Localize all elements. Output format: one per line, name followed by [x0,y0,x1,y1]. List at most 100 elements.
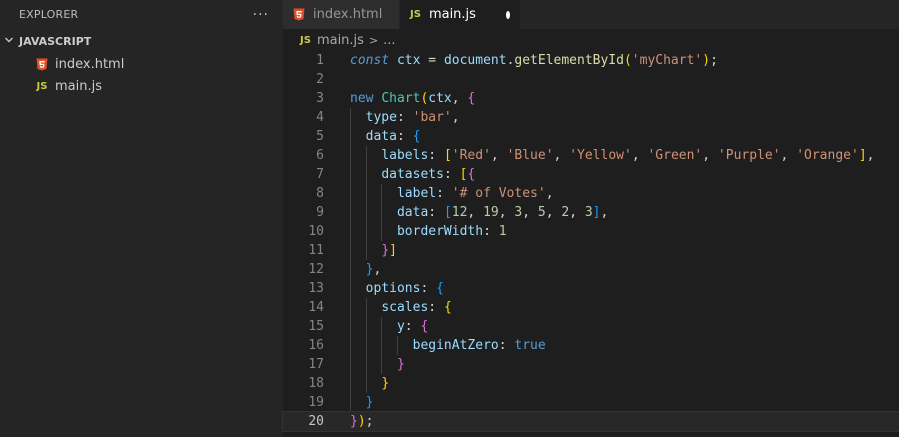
code-line[interactable]: 12 }, [283,260,899,279]
line-number: 14 [308,300,324,315]
line-number: 8 [316,186,324,201]
line-number: 19 [308,395,324,410]
indent-guide [350,260,351,279]
indent-guide [396,336,398,355]
code-line[interactable]: 5 data: { [283,127,899,146]
line-number: 17 [308,357,324,372]
indent-guide [350,393,351,412]
more-actions-button[interactable]: ··· [253,7,269,23]
indent-guide [381,184,383,203]
code-text: } [324,374,389,393]
indent-guide [365,203,367,222]
file-name: index.html [55,56,125,72]
file-name: main.js [55,78,102,94]
file-item-main-js[interactable]: JS main.js [0,75,283,97]
indent-guide [350,146,351,165]
code-line[interactable]: 7 datasets: [{ [283,165,899,184]
line-number: 11 [308,243,324,258]
code-text: options: { [324,279,444,298]
line-number: 6 [316,148,324,163]
code-text: const ctx = document.getElementById('myC… [350,53,718,68]
code-line[interactable]: 18 } [283,374,899,393]
folder-section-javascript[interactable]: JAVASCRIPT [0,29,283,53]
indent-guide [365,336,367,355]
indent-guide [350,184,351,203]
indent-guide [350,241,351,260]
indent-guide [350,165,351,184]
js-icon: JS [410,9,421,20]
indent-guide [365,146,367,165]
line-number: 3 [316,91,324,106]
explorer-header: EXPLORER ··· [0,0,283,29]
line-number: 2 [316,72,324,87]
code-text: }] [324,241,397,260]
html5-icon [293,8,305,21]
code-line[interactable]: 19 } [283,393,899,412]
breadcrumb-file[interactable]: main.js [317,33,364,48]
indent-guide [381,222,383,241]
tab-index-html[interactable]: index.html [283,0,400,29]
file-item-index-html[interactable]: index.html [0,53,283,75]
code-line[interactable]: 10 borderWidth: 1 [283,222,899,241]
indent-guide [350,127,351,146]
code-line[interactable]: 17 } [283,355,899,374]
html5-icon [35,58,49,71]
code-text: data: { [324,127,420,146]
modified-dot-icon[interactable] [505,10,510,19]
code-line[interactable]: 8 label: '# of Votes', [283,184,899,203]
line-number: 4 [316,110,324,125]
code-line[interactable]: 3 new Chart(ctx, { [283,89,899,108]
code-editor[interactable]: 1 const ctx = document.getElementById('my… [282,51,899,432]
breadcrumb-symbol[interactable]: ... [383,33,395,48]
code-text: } [324,393,373,412]
editor-area: index.html JS main.js JS main.js > ... 1… [282,0,899,437]
code-text: } [324,355,405,374]
indent-guide [350,374,351,393]
indent-guide [365,355,367,374]
code-text: labels: ['Red', 'Blue', 'Yellow', 'Green… [324,146,874,165]
line-number: 7 [316,167,324,182]
indent-guide [350,317,351,336]
code-line[interactable]: 1 const ctx = document.getElementById('my… [283,51,899,70]
code-text: label: '# of Votes', [324,184,554,203]
indent-guide [350,298,351,317]
code-text: }); [350,414,374,429]
code-text: datasets: [{ [324,165,475,184]
code-text: data: [12, 19, 3, 5, 2, 3], [324,203,608,222]
indent-guide [365,165,367,184]
line-number: 5 [316,129,324,144]
chevron-down-icon [4,35,18,48]
code-line[interactable]: 16 beginAtZero: true [283,336,899,355]
tab-label: main.js [428,7,476,22]
tab-label: index.html [313,7,383,22]
indent-guide [350,203,351,222]
indent-guide [350,222,351,241]
code-line[interactable]: 13 options: { [283,279,899,298]
tab-main-js[interactable]: JS main.js [400,0,521,29]
code-text: y: { [324,317,428,336]
code-line[interactable]: 6 labels: ['Red', 'Blue', 'Yellow', 'Gre… [283,146,899,165]
code-line[interactable]: 11 }] [283,241,899,260]
line-number: 15 [308,319,324,334]
code-line[interactable]: 20}); [282,411,899,432]
code-line[interactable]: 4 type: 'bar', [283,108,899,127]
code-text: new Chart(ctx, { [350,91,476,106]
indent-guide [365,317,367,336]
code-line[interactable]: 15 y: { [283,317,899,336]
chevron-right-icon: > [368,33,379,47]
indent-guide [365,298,367,317]
breadcrumb: JS main.js > ... [283,29,899,51]
indent-guide [365,374,367,393]
line-number: 10 [308,224,324,239]
code-text: type: 'bar', [324,108,460,127]
code-line[interactable]: 14 scales: { [283,298,899,317]
line-number: 13 [308,281,324,296]
line-number: 9 [316,205,324,220]
code-line[interactable]: 2 [283,70,899,89]
code-line[interactable]: 9 data: [12, 19, 3, 5, 2, 3], [283,203,899,222]
line-number: 20 [308,414,324,429]
indent-guide [381,355,383,374]
line-number: 12 [308,262,324,277]
line-number: 18 [308,376,324,391]
